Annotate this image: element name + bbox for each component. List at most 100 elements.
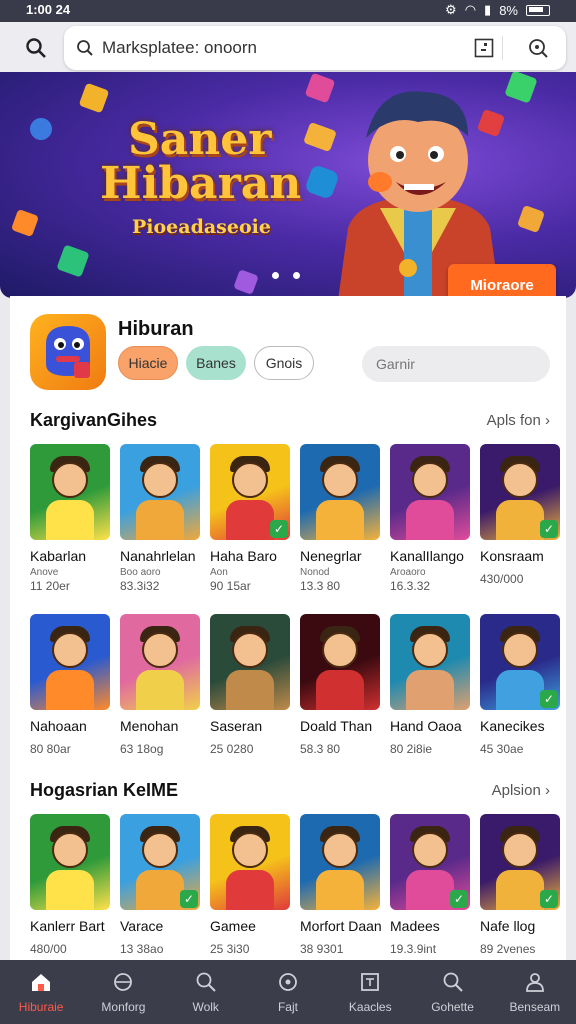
game-card[interactable]: Saseran 25 0280 <box>210 614 292 756</box>
banner-subtitle: Pioeadaseoie <box>132 216 271 238</box>
notification-icon: ⚙ <box>445 2 457 17</box>
nav-home[interactable]: Hiburaie <box>0 960 82 1024</box>
game-title: Konsraam <box>480 548 544 564</box>
game-thumbnail[interactable] <box>300 614 380 710</box>
game-card[interactable]: Nenegrlar Nonod 13.3 80 <box>300 444 382 593</box>
game-thumbnail[interactable] <box>300 814 380 910</box>
game-thumbnail[interactable]: ✓ <box>480 444 560 540</box>
signal-icon: ▮ <box>484 2 492 17</box>
chevron-right-icon: › <box>545 412 550 429</box>
divider <box>502 36 503 60</box>
game-card[interactable]: KanalIlango Aroaoro 16.3.32 <box>390 444 472 593</box>
game-title: Doald Than <box>300 718 373 734</box>
character-face <box>52 632 88 668</box>
game-thumbnail[interactable] <box>30 444 110 540</box>
game-card[interactable]: Hand Oaoa 80 2i8ie <box>390 614 472 756</box>
nav-explore[interactable]: Gohette <box>411 960 493 1024</box>
nav-label: Monforg <box>101 1000 146 1014</box>
game-title: Varace <box>120 918 164 934</box>
game-card[interactable]: Menohan 63 18og <box>120 614 202 756</box>
nav-discover[interactable]: Monforg <box>82 960 164 1024</box>
character-face <box>502 632 538 668</box>
character-body <box>316 500 364 540</box>
category-chip[interactable]: Gnois <box>254 346 314 380</box>
game-card[interactable]: Morfort Daan 38 9301 <box>300 814 382 956</box>
see-all-link[interactable]: Aplsion › <box>492 782 550 799</box>
game-thumbnail[interactable]: ✓ <box>210 444 290 540</box>
game-title: Hand Oaoa <box>390 718 462 734</box>
character-face <box>502 832 538 868</box>
game-title: Gamee <box>210 918 256 934</box>
game-thumbnail[interactable] <box>210 614 290 710</box>
nav-profile[interactable]: Benseam <box>494 960 576 1024</box>
game-thumbnail[interactable] <box>30 614 110 710</box>
character-body <box>46 500 94 540</box>
game-title: Morfort Daan <box>300 918 382 934</box>
game-card[interactable]: ✓ Madees 19.3.9int <box>390 814 472 956</box>
carousel-dot[interactable] <box>272 272 279 279</box>
installed-check-icon: ✓ <box>540 890 558 908</box>
search-button[interactable] <box>20 32 52 64</box>
nav-label: Hiburaie <box>18 1000 64 1014</box>
app-search-input[interactable]: Garnir <box>362 346 550 382</box>
game-card[interactable]: Doald Than 58.3 80 <box>300 614 382 756</box>
game-thumbnail[interactable] <box>210 814 290 910</box>
nav-label: Wolk <box>192 1000 219 1014</box>
game-card[interactable]: Nanahrlelan Boo aoro 83.3i32 <box>120 444 202 593</box>
nav-games[interactable]: Fajt <box>247 960 329 1024</box>
nav-label: Gohette <box>431 1000 474 1014</box>
character-body <box>496 500 544 540</box>
character-face <box>232 462 268 498</box>
game-title: Kanecikes <box>480 718 545 734</box>
home-icon <box>29 970 53 994</box>
game-subtitle: Nonod <box>300 567 330 578</box>
game-thumbnail[interactable] <box>390 614 470 710</box>
category-chip[interactable]: Banes <box>186 346 246 380</box>
game-thumbnail[interactable] <box>300 444 380 540</box>
game-size: 38 9301 <box>300 942 344 956</box>
game-title: Nanahrlelan <box>120 548 196 564</box>
game-card[interactable]: ✓ Konsraam 430/000 <box>480 444 562 586</box>
game-card[interactable]: ✓ Nafe llog 89 2venes <box>480 814 562 956</box>
game-thumbnail[interactable]: ✓ <box>480 614 560 710</box>
carousel-dot[interactable] <box>293 272 300 279</box>
game-size: 11 20er <box>30 579 70 593</box>
character-body <box>226 500 274 540</box>
game-thumbnail[interactable] <box>120 614 200 710</box>
banner-title-line1: Saner <box>128 114 272 165</box>
category-chip[interactable]: Hiacie <box>118 346 178 380</box>
game-thumbnail[interactable] <box>120 444 200 540</box>
game-card[interactable]: ✓ Varace 13 38ao <box>120 814 202 956</box>
game-title: Menohan <box>120 718 179 734</box>
character-body <box>46 870 94 910</box>
character-face <box>232 832 268 868</box>
character-body <box>496 870 544 910</box>
game-card[interactable]: Kanlerr Bart 480/00 <box>30 814 112 956</box>
game-thumbnail[interactable]: ✓ <box>480 814 560 910</box>
game-thumbnail[interactable]: ✓ <box>120 814 200 910</box>
see-all-link[interactable]: Apls fon › <box>487 412 550 429</box>
search-input[interactable]: Marksplatee: onoorn <box>64 26 566 70</box>
game-card[interactable]: Nahoaan 80 80ar <box>30 614 112 756</box>
app-icon[interactable] <box>30 314 106 390</box>
game-thumbnail[interactable] <box>390 444 470 540</box>
character-face <box>412 632 448 668</box>
nav-label: Fajt <box>277 1000 298 1014</box>
nav-library[interactable]: Kaacles <box>329 960 411 1024</box>
game-card[interactable]: Gamee 25 3i30 <box>210 814 292 956</box>
carousel-dots[interactable] <box>272 272 300 279</box>
status-icons: ⚙ ◠ ▮ 8% <box>445 2 550 18</box>
game-thumbnail[interactable]: ✓ <box>390 814 470 910</box>
game-size: 63 18og <box>120 742 164 756</box>
game-card[interactable]: Kabarlan Anove 11 20er <box>30 444 112 593</box>
battery-icon <box>526 4 550 16</box>
nav-search[interactable]: Wolk <box>165 960 247 1024</box>
game-title: Kanlerr Bart <box>30 918 105 934</box>
qr-scan-icon[interactable] <box>472 36 496 60</box>
game-card[interactable]: ✓ Kanecikes 45 30ae <box>480 614 562 756</box>
decor-tile <box>233 269 259 295</box>
voice-search-icon[interactable] <box>526 36 550 60</box>
banner-title: Saner Hibaran <box>100 118 301 206</box>
game-thumbnail[interactable] <box>30 814 110 910</box>
game-card[interactable]: ✓ Haha Baro Aon 90 15ar <box>210 444 292 593</box>
